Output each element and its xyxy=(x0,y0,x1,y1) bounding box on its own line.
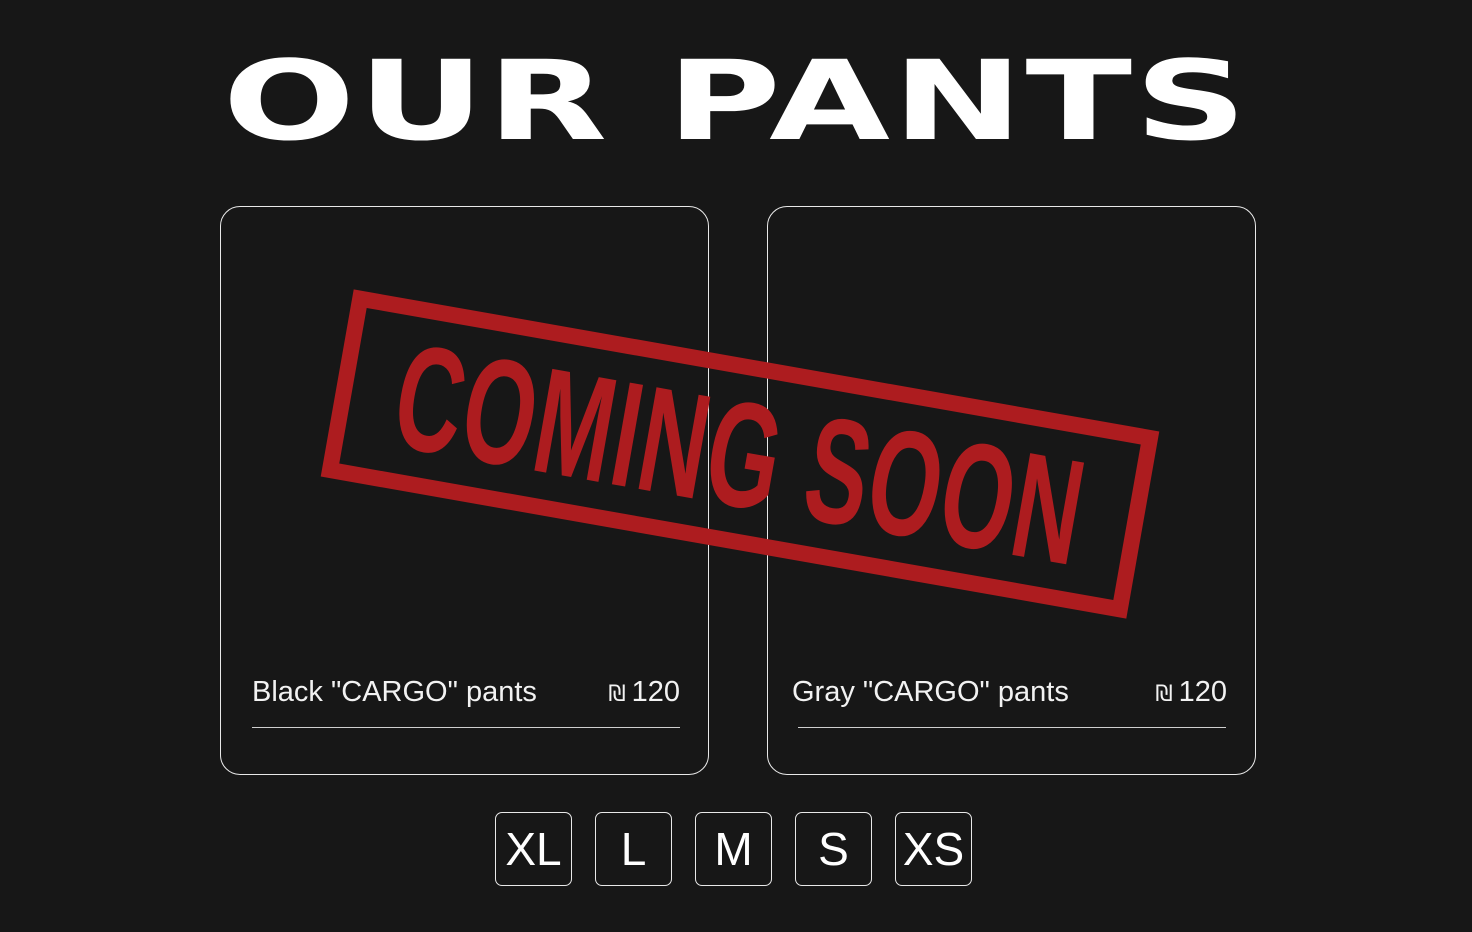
size-button-xl[interactable]: XL xyxy=(495,812,572,886)
shekel-icon: ₪ xyxy=(608,682,626,707)
size-button-s[interactable]: S xyxy=(795,812,872,886)
size-button-m[interactable]: M xyxy=(695,812,772,886)
price-value: 120 xyxy=(631,676,680,708)
page: OUR PANTS Black "CARGO" pants ₪ 120 Gray … xyxy=(0,0,1472,932)
divider xyxy=(798,727,1226,728)
size-button-l[interactable]: L xyxy=(595,812,672,886)
product-price: ₪ 120 xyxy=(1155,674,1227,713)
product-price: ₪ 120 xyxy=(608,674,680,713)
price-value: 120 xyxy=(1178,676,1227,708)
size-selector: XL L M S XS xyxy=(495,812,972,886)
product-name: Gray "CARGO" pants xyxy=(792,676,1069,708)
shekel-icon: ₪ xyxy=(1155,682,1173,707)
size-button-xs[interactable]: XS xyxy=(895,812,972,886)
divider xyxy=(252,727,680,728)
page-title: OUR PANTS xyxy=(222,37,1250,166)
product-name: Black "CARGO" pants xyxy=(252,676,537,708)
